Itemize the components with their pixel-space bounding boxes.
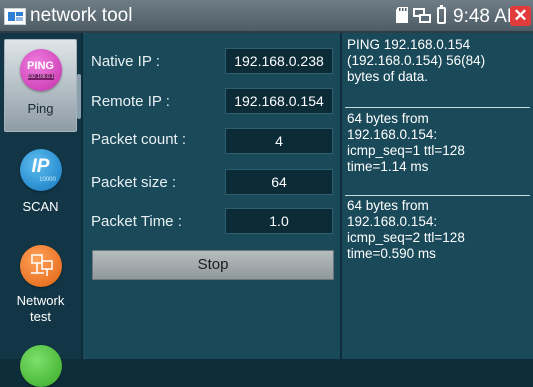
sidebar-item-label: Ping <box>27 101 54 116</box>
app-icon <box>4 8 26 25</box>
ping-icon: PING 192.168.0.1 <box>19 49 62 91</box>
packet-size-field[interactable]: 64 <box>225 169 333 195</box>
ping-output-panel: PING 192.168.0.154 (192.168.0.154) 56(84… <box>342 33 533 359</box>
sidebar-item-label: Network test <box>16 293 65 324</box>
sd-card-icon <box>396 7 408 23</box>
native-ip-label: Native IP : <box>91 53 160 70</box>
sidebar-item-network-test[interactable]: Network test <box>4 245 77 335</box>
more-tool-icon <box>19 345 62 387</box>
packet-count-field[interactable]: 4 <box>225 128 333 154</box>
sidebar-item-more[interactable] <box>4 345 77 387</box>
title-bar: network tool 9:48 AM ✕ <box>0 0 533 33</box>
stop-button[interactable]: Stop <box>92 250 334 280</box>
native-ip-field[interactable]: 192.168.0.238 <box>225 48 333 74</box>
sidebar-scrollbar[interactable] <box>77 74 81 119</box>
window-title: network tool <box>30 5 133 26</box>
remote-ip-label: Remote IP : <box>91 93 170 110</box>
remote-ip-field[interactable]: 192.168.0.154 <box>225 88 333 114</box>
ping-settings-panel: Native IP : 192.168.0.238 Remote IP : 19… <box>83 33 340 359</box>
output-text: 64 bytes from 192.168.0.154: icmp_seq=2 … <box>347 198 465 261</box>
network-test-icon <box>19 245 62 287</box>
packet-time-field[interactable]: 1.0 <box>225 208 333 234</box>
ip-scan-icon: IP 10000 <box>19 149 62 191</box>
sidebar-item-scan[interactable]: IP 10000 SCAN <box>4 149 77 227</box>
output-text: PING 192.168.0.154 (192.168.0.154) 56(84… <box>347 37 486 84</box>
sidebar-item-label: SCAN <box>22 199 59 214</box>
close-button[interactable]: ✕ <box>510 6 531 26</box>
output-separator <box>345 195 530 196</box>
network-icon <box>413 8 431 23</box>
output-text: 64 bytes from 192.168.0.154: icmp_seq=1 … <box>347 111 465 174</box>
sidebar: PING 192.168.0.1 Ping IP 10000 SCAN Netw… <box>0 33 81 387</box>
packet-size-label: Packet size : <box>91 174 177 191</box>
sidebar-item-ping[interactable]: PING 192.168.0.1 Ping <box>4 39 77 132</box>
packet-time-label: Packet Time : <box>91 213 182 230</box>
output-separator <box>345 107 530 108</box>
packet-count-label: Packet count : <box>91 131 187 148</box>
battery-icon <box>437 5 446 24</box>
